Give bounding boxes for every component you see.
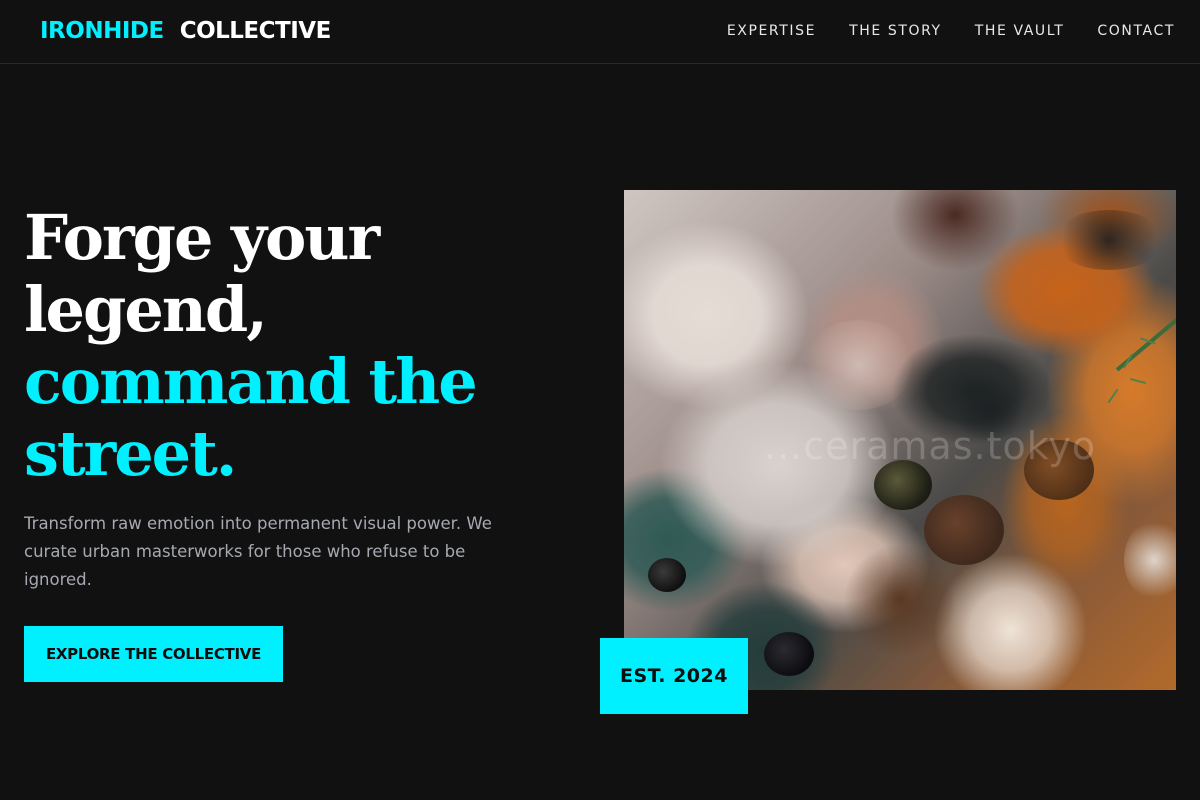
hero-heading-line-1: Forge your bbox=[24, 201, 380, 274]
brand-name-secondary: COLLECTIVE bbox=[179, 18, 332, 44]
hero-description: Transform raw emotion into permanent vis… bbox=[24, 514, 492, 589]
hero-heading-line-2: legend, bbox=[24, 273, 268, 346]
hero-heading-line-4: street. bbox=[24, 417, 237, 490]
top-navigation: IRONHIDE COLLECTIVE EXPERTISE THE STORY T… bbox=[0, 0, 1200, 64]
image-watermark: ...ceramas.tokyo bbox=[764, 424, 1097, 468]
explore-collective-button[interactable]: EXPLORE THE COLLECTIVE bbox=[24, 626, 283, 682]
nav-link-the-vault[interactable]: THE VAULT bbox=[975, 21, 1065, 41]
brand-name-primary: IRONHIDE bbox=[40, 18, 164, 44]
nav-link-expertise[interactable]: EXPERTISE bbox=[727, 21, 816, 41]
established-badge: EST. 2024 bbox=[600, 638, 748, 714]
hero-artwork-image: ...ceramas.tokyo bbox=[624, 190, 1176, 690]
nav-link-the-story[interactable]: THE STORY bbox=[849, 21, 942, 41]
hero-heading: Forge your legend, command the street. bbox=[24, 202, 584, 490]
nav-link-contact[interactable]: CONTACT bbox=[1097, 21, 1175, 41]
brand-logo[interactable]: IRONHIDE COLLECTIVE bbox=[40, 17, 331, 45]
nav-menu: EXPERTISE THE STORY THE VAULT CONTACT bbox=[727, 21, 1175, 41]
hero-heading-line-3: command the bbox=[24, 345, 478, 418]
